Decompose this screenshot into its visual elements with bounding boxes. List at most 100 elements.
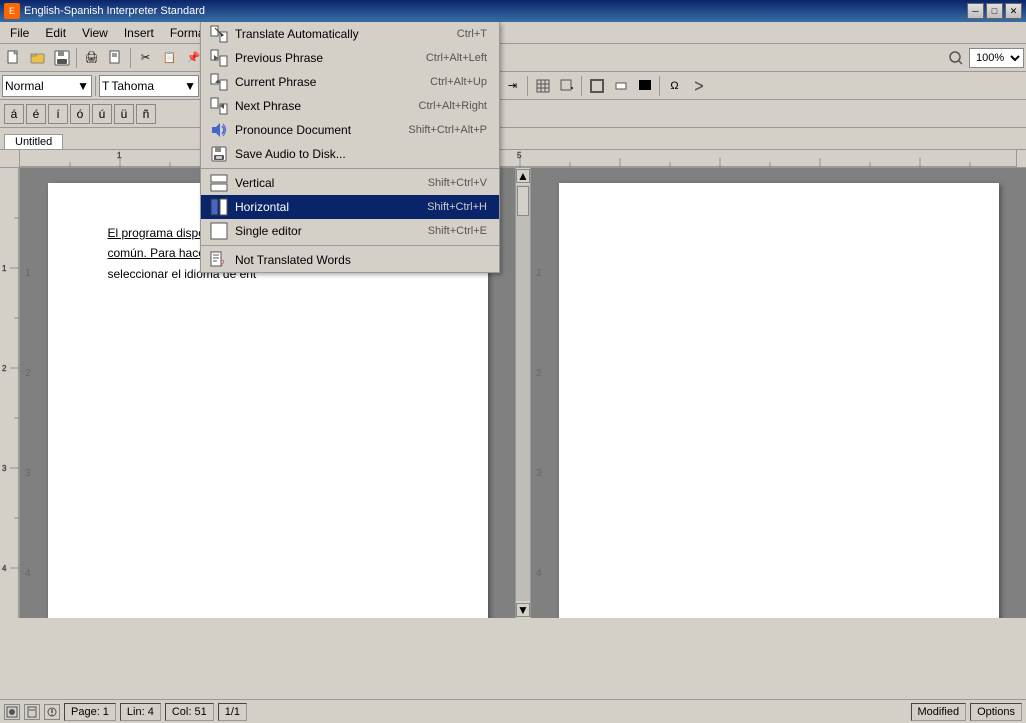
save-btn[interactable] (50, 47, 73, 69)
scroll-down-btn[interactable]: ▼ (516, 603, 530, 617)
menu-item-pronounce-doc[interactable]: Pronounce Document Shift+Ctrl+Alt+P (201, 118, 499, 142)
svg-text:1: 1 (2, 264, 7, 273)
char-i-acute[interactable]: í (48, 104, 68, 124)
menu-view[interactable]: View (74, 22, 116, 44)
svg-text:2: 2 (2, 364, 7, 373)
menu-item-save-audio[interactable]: Save Audio to Disk... (201, 142, 499, 166)
fraction-label: 1/1 (225, 706, 240, 718)
table-btn[interactable] (531, 75, 554, 97)
app-icon: E (4, 3, 20, 19)
status-line: Lin: 4 (120, 703, 161, 721)
current-phrase-label: Current Phrase (235, 75, 424, 89)
open-btn[interactable] (26, 47, 49, 69)
modified-label: Modified (918, 706, 960, 718)
char-o-acute[interactable]: ó (70, 104, 90, 124)
page-num-4: 4 (25, 568, 31, 579)
border-btn[interactable] (585, 75, 608, 97)
not-translated-label: Not Translated Words (235, 253, 481, 267)
scroll-thumb[interactable] (517, 186, 529, 216)
char-n-tilde[interactable]: ñ (136, 104, 156, 124)
window-title: English-Spanish Interpreter Standard (24, 5, 205, 17)
single-editor-shortcut: Shift+Ctrl+E (428, 225, 491, 237)
toolbar-sep-2 (130, 48, 131, 68)
char-u-acute[interactable]: ú (92, 104, 112, 124)
scroll-track (516, 185, 530, 601)
indent-inc-btn[interactable]: ⇥ (501, 75, 524, 97)
vertical-label: Vertical (235, 176, 422, 190)
scrollbar-v[interactable]: ▲ ▼ (515, 168, 531, 618)
ruler-svg: 1 2 3 4 5 (20, 150, 1016, 167)
print-btn[interactable]: 🖨 (80, 47, 103, 69)
menu-item-single-editor[interactable]: Single editor Shift+Ctrl+E (201, 219, 499, 243)
document-tab[interactable]: Untitled (4, 134, 63, 149)
fill-color-btn[interactable] (633, 75, 656, 97)
menu-item-horizontal[interactable]: Horizontal Shift+Ctrl+H (201, 195, 499, 219)
minimize-button[interactable]: ─ (967, 3, 984, 19)
format-toolbar: Normal ▼ T Tahoma ▼ B I U (0, 72, 1026, 100)
menu-item-current-phrase[interactable]: Current Phrase Ctrl+Alt+Up (201, 70, 499, 94)
svg-text:4: 4 (2, 564, 7, 573)
maximize-button[interactable]: □ (986, 3, 1003, 19)
border-style-btn[interactable] (609, 75, 632, 97)
preview-btn[interactable] (104, 47, 127, 69)
status-bar: Page: 1 Lin: 4 Col: 51 1/1 Modified Opti… (0, 699, 1026, 723)
new-btn[interactable] (2, 47, 25, 69)
status-col: Col: 51 (165, 703, 214, 721)
right-page-num-1: 1 (536, 268, 542, 279)
special-chars-bar: á é í ó ú ü ñ (0, 100, 1026, 128)
left-ruler: 1 2 3 4 (0, 168, 20, 618)
scroll-corner (1016, 150, 1026, 167)
menu-item-previous-phrase[interactable]: Previous Phrase Ctrl+Alt+Left (201, 46, 499, 70)
svg-text:?: ? (220, 259, 225, 268)
current-phrase-icon (209, 72, 229, 92)
title-bar: E English-Spanish Interpreter Standard ─… (0, 0, 1026, 22)
cut-btn[interactable]: ✂ (134, 47, 157, 69)
fmt-sep-9 (659, 76, 660, 96)
menu-edit[interactable]: Edit (37, 22, 74, 44)
copy-btn[interactable]: 📋 (158, 47, 181, 69)
status-options[interactable]: Options (970, 703, 1022, 721)
single-editor-label: Single editor (235, 224, 422, 238)
ruler-corner (0, 150, 20, 167)
single-editor-icon (209, 221, 229, 241)
close-button[interactable]: ✕ (1005, 3, 1022, 19)
svg-text:3: 3 (2, 464, 7, 473)
translate-auto-icon (209, 24, 229, 44)
pronounce-doc-label: Pronounce Document (235, 123, 402, 137)
toolbar-sep-1 (76, 48, 77, 68)
previous-phrase-shortcut: Ctrl+Alt+Left (426, 52, 491, 64)
status-icon-3 (44, 704, 60, 720)
status-icon-2 (24, 704, 40, 720)
right-doc-area[interactable]: 1 2 3 4 5 (531, 168, 1026, 618)
page-num-1: 1 (25, 268, 31, 279)
menu-file[interactable]: File (2, 22, 37, 44)
pronounce-doc-icon (209, 120, 229, 140)
menu-item-translate-auto[interactable]: Translate Automatically Ctrl+T (201, 22, 499, 46)
char-a-acute[interactable]: á (4, 104, 24, 124)
char-e-acute[interactable]: é (26, 104, 46, 124)
menu-item-next-phrase[interactable]: Next Phrase Ctrl+Alt+Right (201, 94, 499, 118)
next-phrase-label: Next Phrase (235, 99, 413, 113)
char-u-umlaut[interactable]: ü (114, 104, 134, 124)
scroll-up-btn[interactable]: ▲ (516, 169, 530, 183)
previous-phrase-label: Previous Phrase (235, 51, 420, 65)
style-dropdown[interactable]: Normal ▼ (2, 75, 92, 97)
col-label: Col: 51 (172, 706, 207, 718)
menu-item-vertical[interactable]: Vertical Shift+Ctrl+V (201, 171, 499, 195)
toolbar-1: 🖨 ✂ 📋 📌 ↩ ↪ 🔍 100% 75% 150% (0, 44, 1026, 72)
left-ruler-svg: 1 2 3 4 (0, 168, 20, 618)
zoom-select[interactable]: 100% 75% 150% (969, 48, 1024, 68)
special-chars-btn[interactable]: Ω (663, 75, 686, 97)
menu-item-not-translated[interactable]: ? Not Translated Words (201, 248, 499, 272)
not-translated-icon: ? (209, 250, 229, 270)
menu-insert[interactable]: Insert (116, 22, 162, 44)
more-btn[interactable] (687, 75, 710, 97)
table-add-btn[interactable] (555, 75, 578, 97)
horizontal-label: Horizontal (235, 200, 421, 214)
next-phrase-shortcut: Ctrl+Alt+Right (419, 100, 491, 112)
font-dropdown[interactable]: T Tahoma ▼ (99, 75, 199, 97)
menu-separator-2 (201, 245, 499, 246)
translate-auto-shortcut: Ctrl+T (457, 28, 491, 40)
document-tab-label: Untitled (15, 136, 52, 148)
right-page-num-2: 2 (536, 368, 542, 379)
